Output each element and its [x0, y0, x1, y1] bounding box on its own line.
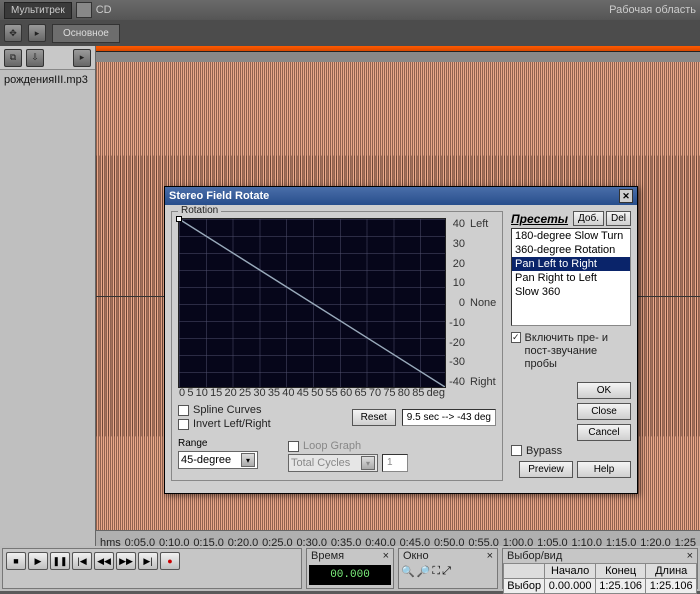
preset-add-button[interactable]: Доб.	[573, 211, 604, 226]
preset-list[interactable]: 180-degree Slow Turn360-degree RotationP…	[511, 228, 631, 326]
ok-button[interactable]: OK	[577, 382, 631, 399]
close-icon[interactable]: ×	[383, 550, 389, 562]
zoom-sel-icon[interactable]: ⤢	[442, 565, 451, 578]
table-row: Выбор 0.00.000 1:25.106 1:25.106	[504, 579, 697, 594]
close-button[interactable]: Close	[577, 403, 631, 420]
db-axis: 403020100-10-20-30-40	[448, 218, 466, 388]
graph-handle[interactable]	[176, 216, 182, 222]
close-icon[interactable]: ×	[487, 550, 493, 562]
preset-item[interactable]: Pan Left to Right	[512, 257, 630, 271]
include-prepost-checkbox[interactable]: ✓Включить пре- и пост-звучание пробы	[511, 332, 631, 372]
cancel-button[interactable]: Cancel	[577, 424, 631, 441]
stop-button[interactable]: ■	[6, 552, 26, 570]
close-icon[interactable]: ×	[687, 550, 693, 562]
status-readout: 9.5 sec --> -43 deg	[402, 409, 496, 426]
loop-cycle-value: 1	[382, 454, 408, 472]
loop-cycle-select: Total Cycles▾	[288, 454, 378, 472]
file-panel: ⧉ ⇩ ▸ рожденияIII.mp3	[0, 46, 96, 556]
play-button[interactable]: ▶	[28, 552, 48, 570]
axis-left-label: Left	[470, 218, 496, 230]
chevron-down-icon[interactable]: ▾	[241, 453, 255, 467]
record-button[interactable]: ●	[160, 552, 180, 570]
close-icon[interactable]: ✕	[619, 189, 633, 203]
skip-end-button[interactable]: ▶|	[138, 552, 158, 570]
window-panel: Окно × 🔍 🔎 ⛶ ⤢	[398, 548, 498, 589]
stereo-field-rotate-dialog: Stereo Field Rotate ✕ Rotation 05101520	[164, 186, 638, 494]
rewind-button[interactable]: ◀◀	[94, 552, 114, 570]
file-panel-tools: ⧉ ⇩ ▸	[0, 46, 95, 70]
bottom-bars: ■ ▶ ❚❚ |◀ ◀◀ ▶▶ ▶| ● Время × 00.000 Окно ×…	[0, 546, 700, 591]
dialog-title: Stereo Field Rotate	[169, 190, 269, 202]
col-end: Конец	[595, 564, 646, 579]
preset-item[interactable]: 180-degree Slow Turn	[512, 229, 630, 243]
zoom-out-icon[interactable]: 🔎	[417, 565, 431, 578]
reset-button[interactable]: Reset	[352, 409, 396, 426]
transport-panel: ■ ▶ ❚❚ |◀ ◀◀ ▶▶ ▶| ●	[2, 548, 302, 589]
pause-button[interactable]: ❚❚	[50, 552, 70, 570]
tool-cursor-icon[interactable]: ✥	[4, 24, 22, 42]
cd-icon[interactable]	[76, 2, 92, 18]
invert-lr-checkbox[interactable]: Invert Left/Right	[178, 418, 346, 430]
window-panel-title: Окно	[403, 550, 429, 562]
rotation-legend: Rotation	[178, 205, 221, 216]
multitrack-tab[interactable]: Мультитрек	[4, 2, 72, 19]
forward-button[interactable]: ▶▶	[116, 552, 136, 570]
file-list-item[interactable]: рожденияIII.mp3	[4, 74, 91, 86]
skip-start-button[interactable]: |◀	[72, 552, 92, 570]
selview-title: Выбор/вид	[507, 550, 562, 562]
time-panel: Время × 00.000	[306, 548, 394, 589]
workspace-label: Рабочая область	[609, 4, 696, 16]
range-label: Range	[178, 438, 258, 449]
col-start: Начало	[545, 564, 596, 579]
dialog-titlebar[interactable]: Stereo Field Rotate ✕	[165, 187, 637, 205]
time-panel-title: Время	[311, 550, 344, 562]
presets-title: Пресеты	[511, 212, 571, 226]
panel-tab-main[interactable]: Основное	[52, 24, 120, 43]
preset-del-button[interactable]: Del	[606, 211, 631, 226]
panel-menu-icon[interactable]: ▸	[73, 49, 91, 67]
col-length: Длина	[646, 564, 697, 579]
bypass-checkbox[interactable]: Bypass	[511, 445, 562, 457]
secondary-toolbar: ✥ ▸ Основное	[0, 20, 700, 46]
import-icon[interactable]: ⇩	[26, 49, 44, 67]
overview-scroll[interactable]	[96, 52, 700, 62]
right-axis-labels: Left None Right	[468, 218, 496, 388]
spline-curves-checkbox[interactable]: Spline Curves	[178, 404, 346, 416]
open-file-icon[interactable]: ⧉	[4, 49, 22, 67]
loop-graph-checkbox[interactable]: Loop Graph	[288, 440, 408, 452]
zoom-in-icon[interactable]: 🔍	[401, 565, 415, 578]
preset-item[interactable]: Pan Right to Left	[512, 271, 630, 285]
axis-right-label: Right	[470, 376, 496, 388]
help-button[interactable]: Help	[577, 461, 631, 478]
preset-item[interactable]: Slow 360	[512, 285, 630, 299]
zoom-fit-icon[interactable]: ⛶	[432, 565, 440, 578]
rotation-group: Rotation 0510152025303540455055606570758…	[171, 211, 503, 481]
rotation-graph[interactable]: 0510152025303540455055606570758085deg	[178, 218, 446, 388]
app-top-strip: Мультитрек CD Рабочая область	[0, 0, 700, 20]
play-icon[interactable]: ▸	[28, 24, 46, 42]
axis-none-label: None	[470, 297, 496, 309]
selection-view-panel: Выбор/вид× Начало Конец Длина Выбор 0.00…	[502, 548, 698, 589]
range-select[interactable]: 45-degree▾	[178, 451, 258, 469]
cd-label: CD	[96, 4, 112, 16]
preview-button[interactable]: Preview	[519, 461, 573, 478]
selection-table: Начало Конец Длина Выбор 0.00.000 1:25.1…	[503, 563, 697, 594]
timecode-display: 00.000	[309, 565, 391, 585]
chevron-down-icon: ▾	[361, 456, 375, 470]
preset-item[interactable]: 360-degree Rotation	[512, 243, 630, 257]
